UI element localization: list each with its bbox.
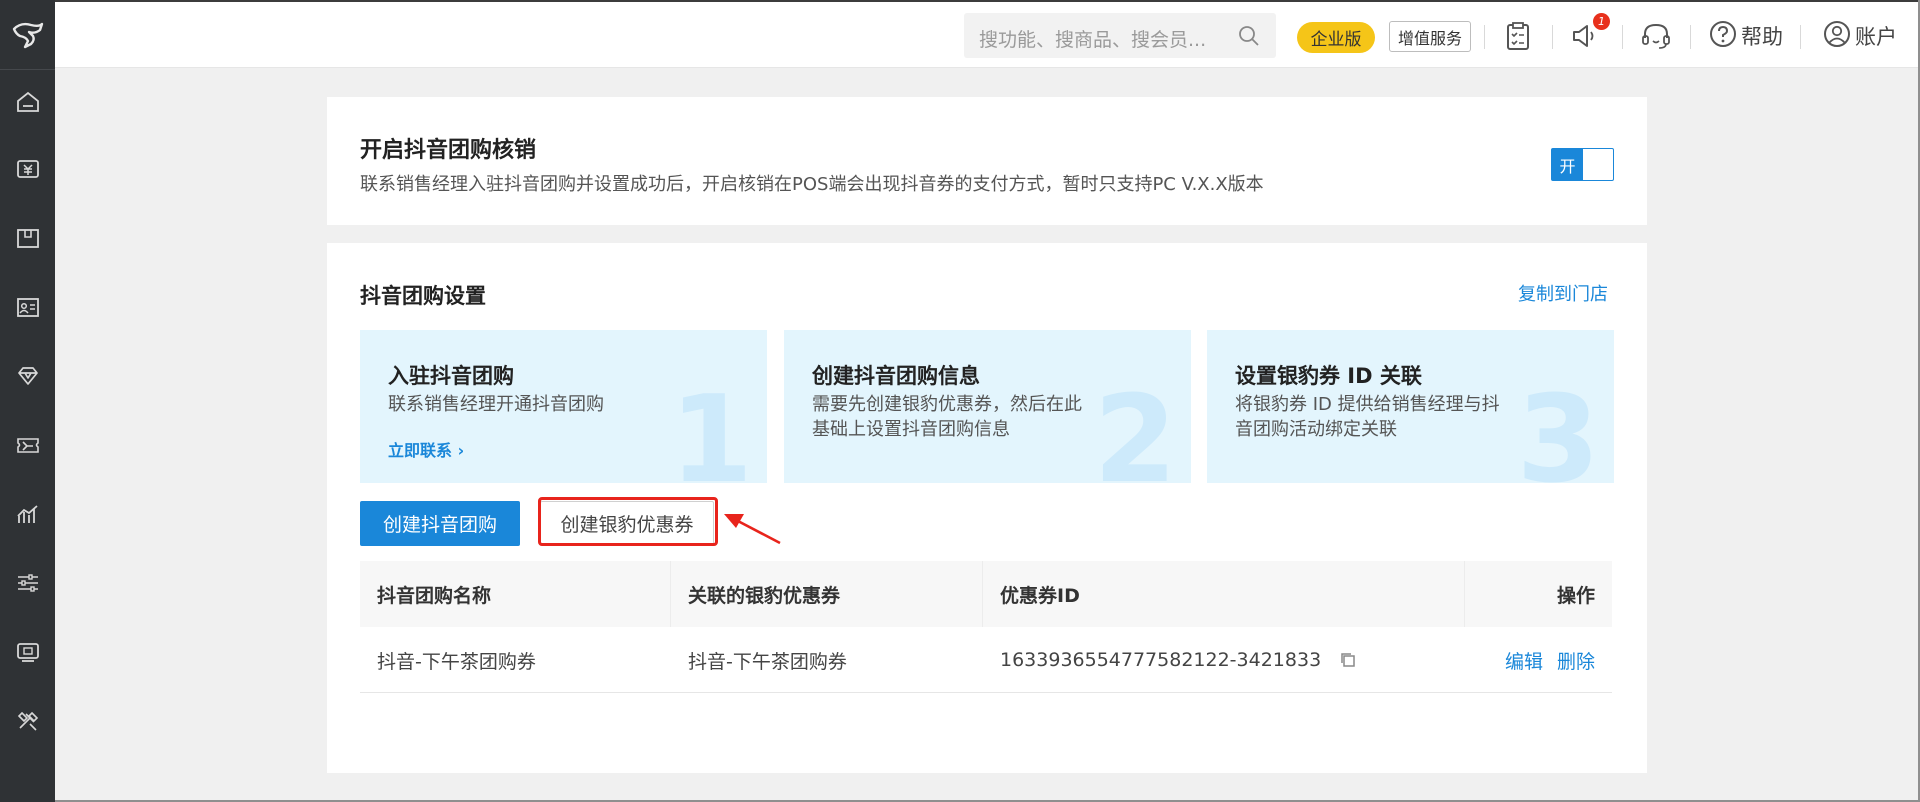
help-button[interactable]: 帮助 [1709,19,1783,53]
header-divider [1552,25,1553,49]
currency-icon [16,158,40,184]
chart-icon [16,503,40,529]
cell-group-name: 抖音-下午茶团购券 [377,650,536,673]
step-card-3: 3 设置银豹券 ID 关联 将银豹券 ID 提供给销售经理与抖 音团购活动绑定关… [1207,330,1614,483]
settings-card [327,243,1647,773]
step-card-1: 1 入驻抖音团购 联系销售经理开通抖音团购 立即联系 › [360,330,767,483]
verification-toggle[interactable]: 开 [1551,148,1614,181]
step-description-line: 将银豹券 ID 提供给销售经理与抖 [1235,394,1500,415]
table-header-row: 抖音团购名称 关联的银豹优惠券 优惠券ID 操作 [360,561,1612,627]
tools-icon [16,710,40,736]
step-title: 创建抖音团购信息 [812,364,980,388]
chevron-right-icon: › [457,441,465,460]
step-description-line: 音团购活动绑定关联 [1235,419,1397,440]
customer-service-headset-icon[interactable] [1640,19,1672,53]
sidebar-item-vip[interactable] [0,353,55,403]
sidebar-item-home[interactable] [0,79,55,129]
diamond-icon [16,365,40,391]
search-placeholder: 搜功能、搜商品、搜会员... [979,29,1207,51]
step-number: 3 [1516,371,1601,484]
annotation-arrow-icon [722,510,784,550]
help-icon [1709,20,1737,52]
notification-badge: 1 [1593,13,1610,30]
step-number: 2 [1093,371,1178,484]
step-description-line: 需要先创建银豹优惠券，然后在此 [812,394,1082,415]
column-divider [670,561,671,627]
column-divider [1464,561,1465,627]
edition-badge[interactable]: 企业版 [1297,22,1375,53]
device-icon [16,641,40,667]
sidebar-item-reports[interactable] [0,491,55,541]
coupon-icon [16,434,40,460]
search-input[interactable]: 搜功能、搜商品、搜会员... [964,13,1276,58]
header-divider [1690,25,1691,49]
toggle-on-label: 开 [1552,149,1583,180]
cell-linked-coupon: 抖音-下午茶团购券 [688,650,847,673]
contact-now-link[interactable]: 立即联系 › [388,437,464,461]
sidebar-item-devices[interactable] [0,629,55,679]
search-icon[interactable] [1238,25,1260,51]
step-description: 需要先创建银豹优惠券，然后在此 基础上设置抖音团购信息 [812,392,1082,442]
cell-actions: 编辑 删除 [1505,627,1595,693]
column-header: 关联的银豹优惠券 [688,584,841,607]
step-description-line: 联系销售经理开通抖音团购 [388,394,604,415]
verification-description: 联系销售经理入驻抖音团购并设置成功后，开启核销在POS端会出现抖音券的支付方式，… [360,174,1264,195]
top-header: 搜功能、搜商品、搜会员... 企业版 增值服务 1 帮助 账户 [55,2,1918,68]
member-card-icon [16,296,40,322]
sidebar [0,0,55,802]
account-button[interactable]: 账户 [1823,19,1897,53]
step-description: 联系销售经理开通抖音团购 [388,392,604,417]
help-label: 帮助 [1741,25,1783,49]
step-description: 将银豹券 ID 提供给销售经理与抖 音团购活动绑定关联 [1235,392,1500,442]
create-coupon-button[interactable]: 创建银豹优惠券 [540,501,714,546]
column-header: 抖音团购名称 [377,584,492,607]
group-buy-table: 抖音团购名称 关联的银豹优惠券 优惠券ID 操作 抖音-下午茶团购券 抖音-下午… [360,561,1612,693]
header-divider [1622,25,1623,49]
edit-link[interactable]: 编辑 [1505,647,1543,674]
sidebar-item-tools[interactable] [0,698,55,748]
verification-title: 开启抖音团购核销 [360,138,537,163]
home-icon [16,91,40,117]
column-divider [982,561,983,627]
step-card-2: 2 创建抖音团购信息 需要先创建银豹优惠券，然后在此 基础上设置抖音团购信息 [784,330,1191,483]
value-added-services-button[interactable]: 增值服务 [1389,21,1471,52]
sidebar-item-settings[interactable] [0,560,55,610]
cell-coupon-id: 1633936554777582122-3421833 [1000,627,1357,693]
leopard-logo-icon[interactable] [0,0,55,70]
step-title: 设置银豹券 ID 关联 [1235,364,1422,388]
sidebar-item-finance[interactable] [0,146,55,196]
step-title: 入驻抖音团购 [388,364,514,388]
contact-now-label: 立即联系 [388,441,453,460]
sidebar-item-products[interactable] [0,215,55,265]
settings-sliders-icon [16,572,40,598]
account-avatar-icon [1823,20,1851,52]
column-header: 操作 [1556,584,1595,607]
table-row: 抖音-下午茶团购券 抖音-下午茶团购券 1633936554777582122-… [360,627,1612,693]
create-douyin-group-button[interactable]: 创建抖音团购 [360,501,520,546]
column-header: 优惠券ID [1000,584,1080,607]
step-number: 1 [669,371,754,484]
sidebar-item-marketing[interactable] [0,422,55,472]
header-divider [1484,25,1485,49]
step-description-line: 基础上设置抖音团购信息 [812,419,1010,440]
sidebar-item-members[interactable] [0,284,55,334]
task-list-icon[interactable] [1505,19,1531,53]
settings-title: 抖音团购设置 [360,284,486,308]
header-divider [1800,25,1801,49]
copy-to-store-link[interactable]: 复制到门店 [1518,280,1608,306]
coupon-id-value: 1633936554777582122-3421833 [1000,649,1322,671]
delete-link[interactable]: 删除 [1557,647,1595,674]
account-label: 账户 [1855,25,1897,49]
copy-icon[interactable] [1339,651,1357,669]
product-box-icon [16,227,40,253]
